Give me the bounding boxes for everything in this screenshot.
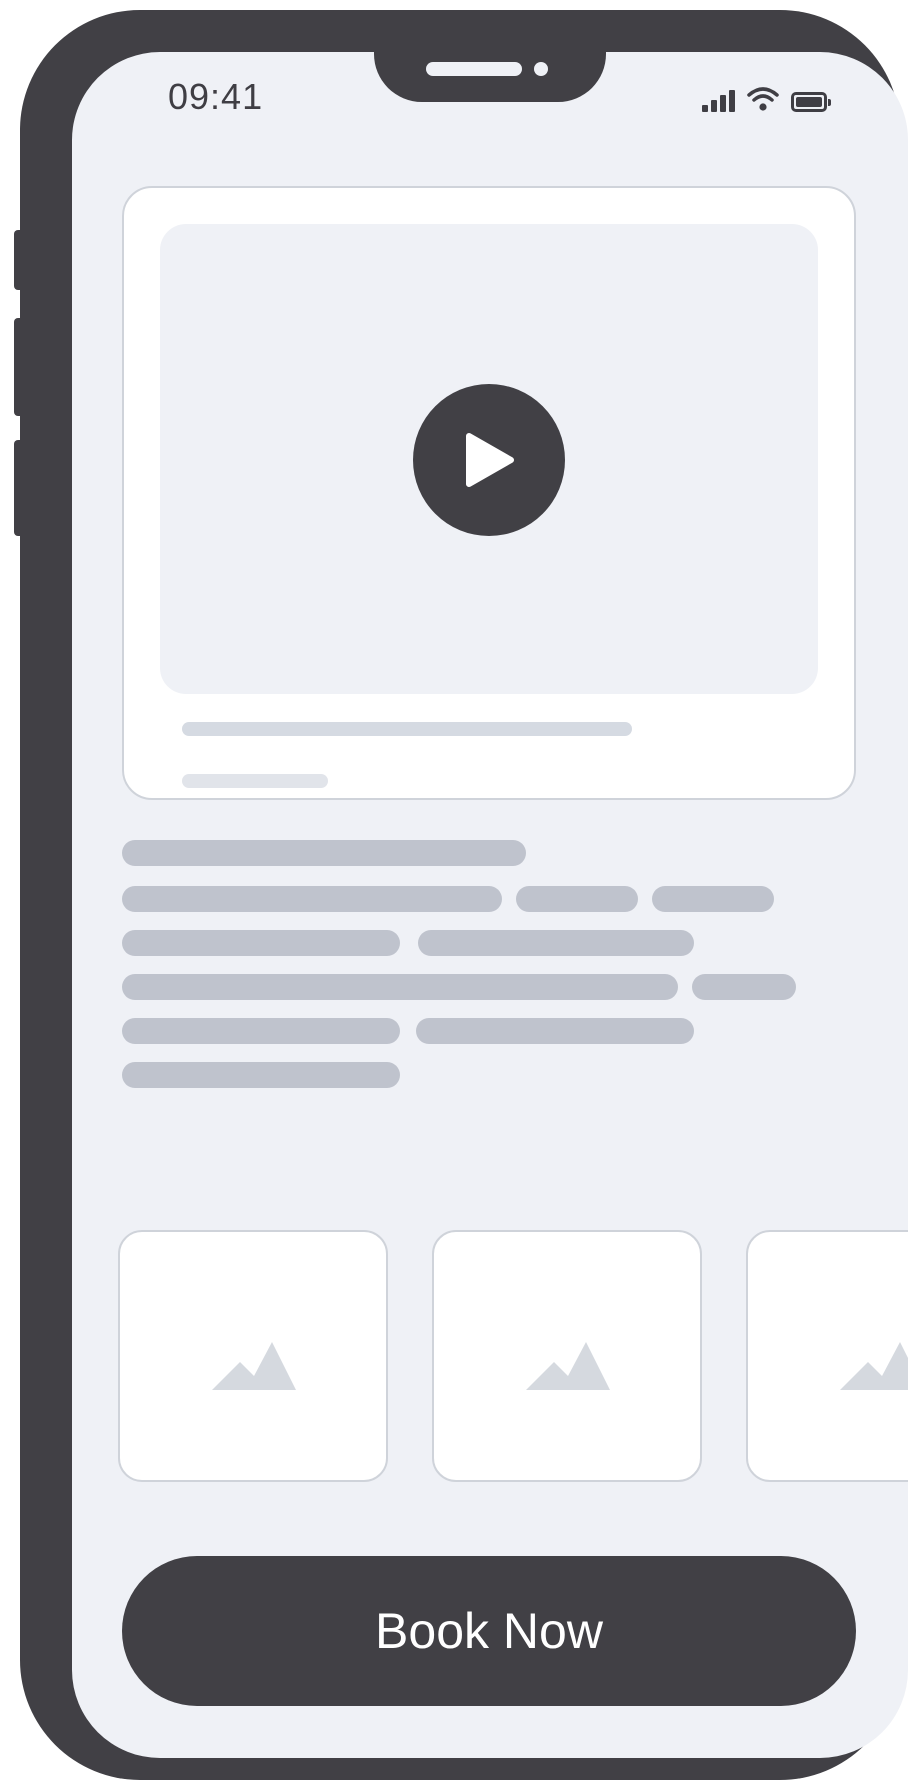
text-line-placeholder (122, 1062, 400, 1088)
gallery-thumbnail[interactable] (118, 1230, 388, 1482)
battery-icon (791, 92, 831, 112)
text-line-placeholder (418, 930, 694, 956)
cellular-signal-icon (702, 90, 735, 112)
phone-screen: 09:41 Book Now (72, 52, 908, 1758)
text-line-placeholder (416, 1018, 694, 1044)
text-line-placeholder (122, 974, 678, 1000)
image-placeholder-icon (526, 1342, 610, 1390)
stage: 09:41 Book Now (0, 0, 912, 1790)
play-button[interactable] (413, 384, 565, 536)
text-line-placeholder (652, 886, 774, 912)
video-subtitle-placeholder (182, 774, 328, 788)
gallery-thumbnail[interactable] (432, 1230, 702, 1482)
text-line-placeholder (122, 930, 400, 956)
status-time: 09:41 (168, 76, 264, 117)
image-placeholder-icon (212, 1342, 296, 1390)
notch (374, 52, 606, 102)
earpiece-speaker (426, 62, 522, 76)
phone-frame: 09:41 Book Now (20, 10, 908, 1780)
heading-placeholder (122, 840, 526, 866)
book-now-button[interactable]: Book Now (122, 1556, 856, 1706)
video-title-placeholder (182, 722, 632, 736)
video-card (122, 186, 856, 800)
play-icon (466, 433, 514, 487)
status-icons (702, 82, 831, 112)
video-player[interactable] (160, 224, 818, 694)
text-line-placeholder (122, 886, 502, 912)
text-line-placeholder (692, 974, 796, 1000)
text-line-placeholder (122, 1018, 400, 1044)
front-camera (534, 62, 548, 76)
text-line-placeholder (516, 886, 638, 912)
image-placeholder-icon (840, 1342, 908, 1390)
gallery-thumbnail[interactable] (746, 1230, 908, 1482)
wifi-icon (747, 87, 779, 111)
